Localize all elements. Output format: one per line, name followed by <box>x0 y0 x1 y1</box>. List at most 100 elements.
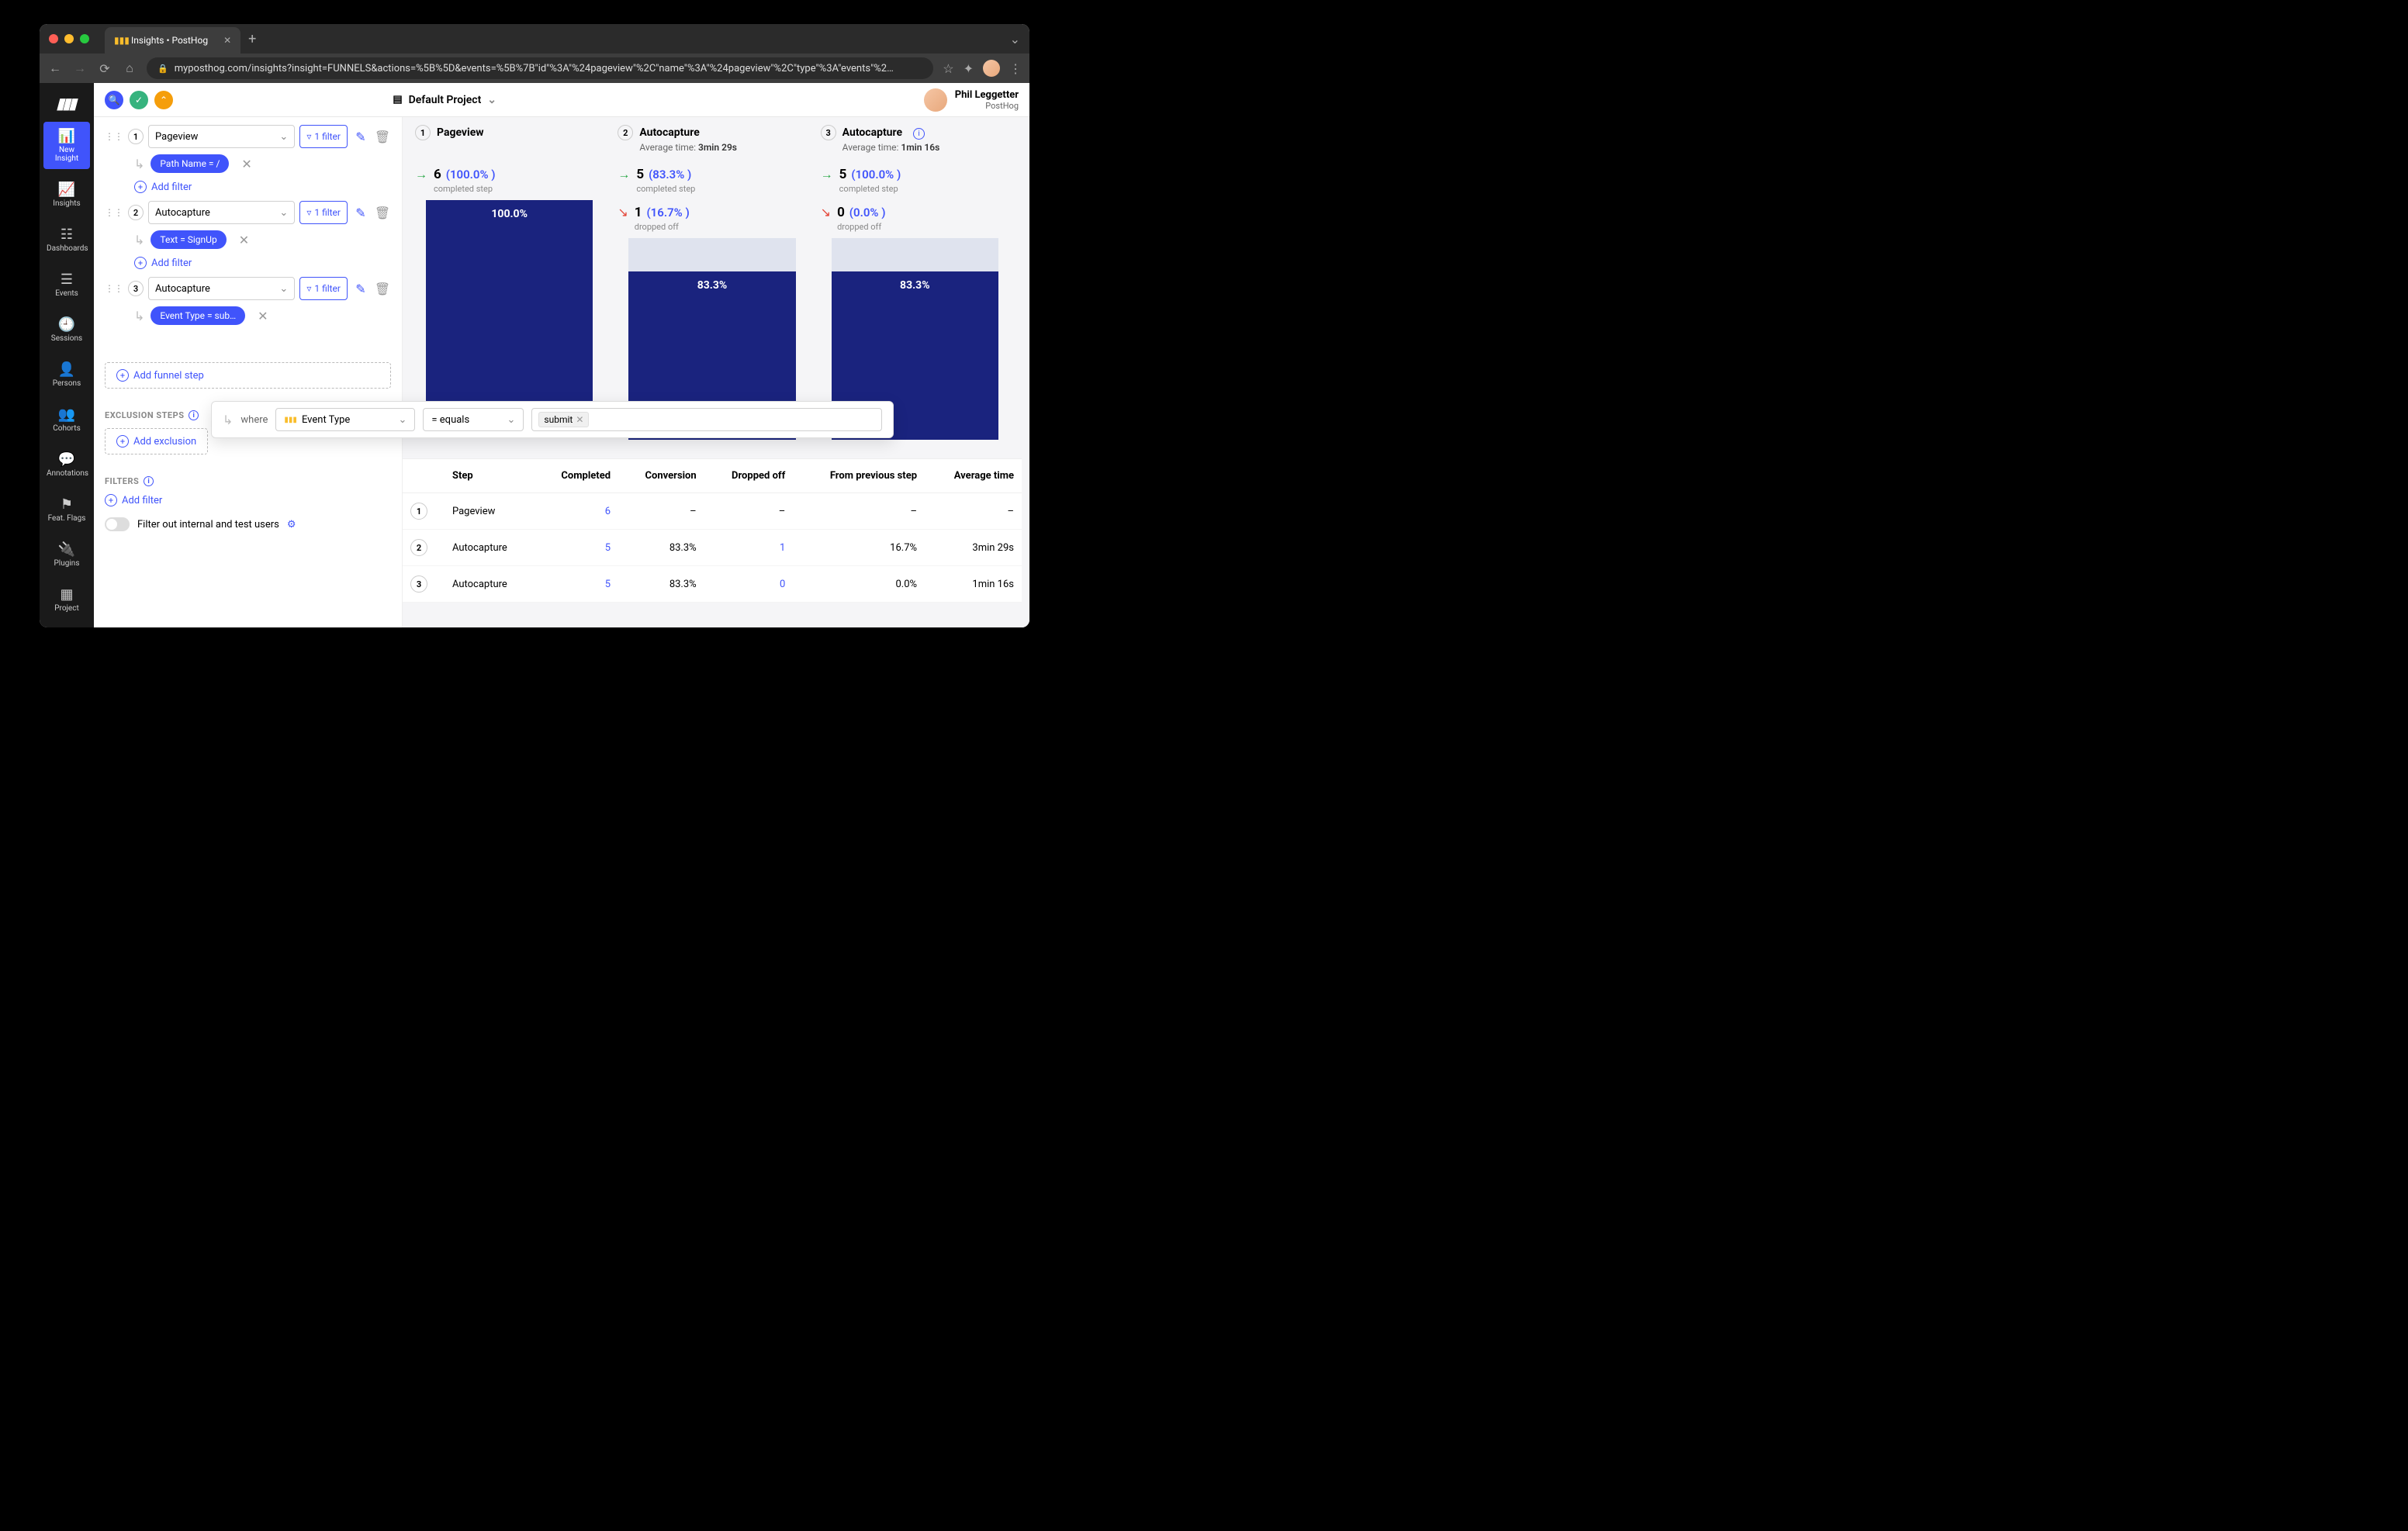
filter-pill[interactable]: Path Name = / <box>150 154 229 173</box>
bookmark-star-icon[interactable]: ☆ <box>943 61 953 76</box>
sidebar-label: Dashboards <box>47 244 88 253</box>
project-selector[interactable]: ▤ Default Project ⌄ <box>393 94 496 106</box>
filter-button[interactable]: ▿ 1 filter <box>299 125 348 148</box>
tab-menu-chevron[interactable]: ⌄ <box>1010 32 1020 47</box>
add-filter-link[interactable]: + Add filter <box>134 181 391 193</box>
sidebar-item-insights[interactable]: 📈 Insights <box>43 175 90 214</box>
cell-dropped[interactable]: 0 <box>704 566 794 603</box>
cell-completed[interactable]: 5 <box>535 566 618 603</box>
sidebar-label: Events <box>55 289 78 298</box>
info-icon[interactable]: i <box>913 128 925 140</box>
sidebar-item-annotations[interactable]: 💬 Annotations <box>43 445 90 484</box>
cell-dropped[interactable]: 1 <box>704 530 794 566</box>
cell-conversion: 83.3% <box>618 530 704 566</box>
filter-button[interactable]: ▿ 1 filter <box>299 201 348 224</box>
sidebar-item-cohorts[interactable]: 👥 Cohorts <box>43 400 90 439</box>
dropped-pct: (16.7% ) <box>646 206 689 219</box>
edit-icon[interactable]: ✎ <box>352 280 369 297</box>
url-input[interactable]: 🔒 myposthog.com/insights?insight=FUNNELS… <box>147 57 933 79</box>
sidebar-item-dashboards[interactable]: ☷ Dashboards <box>43 220 90 259</box>
remove-filter-icon[interactable]: ✕ <box>258 309 268 323</box>
add-global-filter-link[interactable]: + Add filter <box>105 494 391 506</box>
add-exclusion-button[interactable]: + Add exclusion <box>105 428 208 454</box>
edit-icon[interactable]: ✎ <box>352 204 369 221</box>
sidebar-item-feat-flags[interactable]: ⚑ Feat. Flags <box>43 490 90 529</box>
where-operator-select[interactable]: = equals ⌄ <box>423 408 524 431</box>
step-name: Autocapture <box>842 126 902 139</box>
extensions-icon[interactable]: ✦ <box>964 61 974 76</box>
profile-avatar[interactable] <box>983 60 1000 77</box>
sidebar-label: Insights <box>53 199 80 208</box>
drag-handle-icon[interactable]: ⋮⋮ <box>105 283 123 294</box>
browser-menu-icon[interactable]: ⋮ <box>1009 61 1022 76</box>
cell-completed[interactable]: 6 <box>535 493 618 530</box>
search-button[interactable]: 🔍 <box>105 91 123 109</box>
cell-completed[interactable]: 5 <box>535 530 618 566</box>
remove-filter-icon[interactable]: ✕ <box>241 157 251 171</box>
where-property-select[interactable]: ▮▮▮ Event Type ⌄ <box>275 408 415 431</box>
bar-label: 83.3% <box>697 279 728 292</box>
completed-count: 5 <box>636 167 644 182</box>
where-value-input[interactable]: submit ✕ <box>531 408 882 431</box>
toggle-switch[interactable] <box>105 517 130 531</box>
dropped-sub: dropped off <box>837 222 885 232</box>
trash-icon[interactable]: 🗑 <box>374 128 391 145</box>
close-tab-icon[interactable]: ✕ <box>223 35 231 46</box>
maximize-window[interactable] <box>80 34 89 43</box>
reload-button[interactable]: ⟳ <box>97 61 112 76</box>
browser-tab[interactable]: ▮▮▮ Insights • PostHog ✕ <box>105 27 240 54</box>
info-icon[interactable]: i <box>144 476 154 486</box>
annotations-icon: 💬 <box>47 451 87 468</box>
funnel-column: 1 Pageview → 6 (100.0% ) completed step … <box>410 122 608 440</box>
completed-pct: (83.3% ) <box>649 168 691 181</box>
minimize-window[interactable] <box>64 34 74 43</box>
new-tab-button[interactable]: + <box>248 31 256 47</box>
cell-avg-time: – <box>925 493 1022 530</box>
toggle-label: Filter out internal and test users <box>137 519 279 530</box>
filter-button[interactable]: ▿ 1 filter <box>299 277 348 300</box>
arrow-down-right-icon: ↘ <box>618 205 628 219</box>
trash-icon[interactable]: 🗑 <box>374 204 391 221</box>
sidebar-item-new-insight[interactable]: 📊 New Insight <box>43 122 90 169</box>
add-filter-link[interactable]: + Add filter <box>134 257 391 269</box>
sidebar-item-persons[interactable]: 👤 Persons <box>43 355 90 394</box>
plus-circle-icon: + <box>134 257 147 269</box>
filter-row: ↳ Event Type = sub… ✕ <box>134 306 391 325</box>
status-warn-button[interactable]: ⌃ <box>154 91 173 109</box>
filter-pill[interactable]: Event Type = sub… <box>150 306 245 325</box>
event-selector[interactable]: Pageview ⌄ <box>148 125 295 148</box>
sidebar-item-sessions[interactable]: 🕘 Sessions <box>43 310 90 349</box>
remove-filter-icon[interactable]: ✕ <box>239 233 249 247</box>
event-selector[interactable]: Autocapture ⌄ <box>148 201 295 224</box>
sidebar-item-project[interactable]: ▦ Project <box>43 580 90 619</box>
remove-tag-icon[interactable]: ✕ <box>576 414 583 425</box>
insights-icon: 📈 <box>47 181 87 198</box>
where-value-tag[interactable]: submit ✕ <box>538 412 589 427</box>
avg-time: Average time: 1min 16s <box>842 142 1009 153</box>
sidebar-item-events[interactable]: ☰ Events <box>43 265 90 304</box>
info-icon[interactable]: i <box>189 410 199 420</box>
status-ok-button[interactable]: ✓ <box>130 91 148 109</box>
add-funnel-step-button[interactable]: + Add funnel step <box>105 362 391 389</box>
filter-row: ↳ Text = SignUp ✕ <box>134 230 391 249</box>
user-menu[interactable]: Phil Leggetter PostHog <box>924 88 1019 112</box>
chevron-down-icon: ⌄ <box>279 283 288 295</box>
home-button[interactable]: ⌂ <box>122 60 137 76</box>
posthog-logo[interactable]: ▮▮▮ <box>55 94 78 112</box>
forward-button[interactable]: → <box>72 60 88 76</box>
back-button[interactable]: ← <box>47 60 63 76</box>
project-icon: ▦ <box>47 586 87 603</box>
drag-handle-icon[interactable]: ⋮⋮ <box>105 207 123 218</box>
sidebar-item-plugins[interactable]: 🔌 Plugins <box>43 535 90 574</box>
drag-handle-icon[interactable]: ⋮⋮ <box>105 131 123 142</box>
cell-dropped[interactable]: – <box>704 493 794 530</box>
close-window[interactable] <box>49 34 58 43</box>
gear-icon[interactable]: ⚙ <box>287 519 296 530</box>
event-selector[interactable]: Autocapture ⌄ <box>148 277 295 300</box>
funnel-column: 2 Autocapture Average time: 3min 29s → 5… <box>613 122 811 440</box>
filter-pill[interactable]: Text = SignUp <box>150 230 226 249</box>
plugins-icon: 🔌 <box>47 541 87 558</box>
edit-icon[interactable]: ✎ <box>352 128 369 145</box>
bar-fill[interactable]: 100.0% <box>426 200 593 402</box>
trash-icon[interactable]: 🗑 <box>374 280 391 297</box>
